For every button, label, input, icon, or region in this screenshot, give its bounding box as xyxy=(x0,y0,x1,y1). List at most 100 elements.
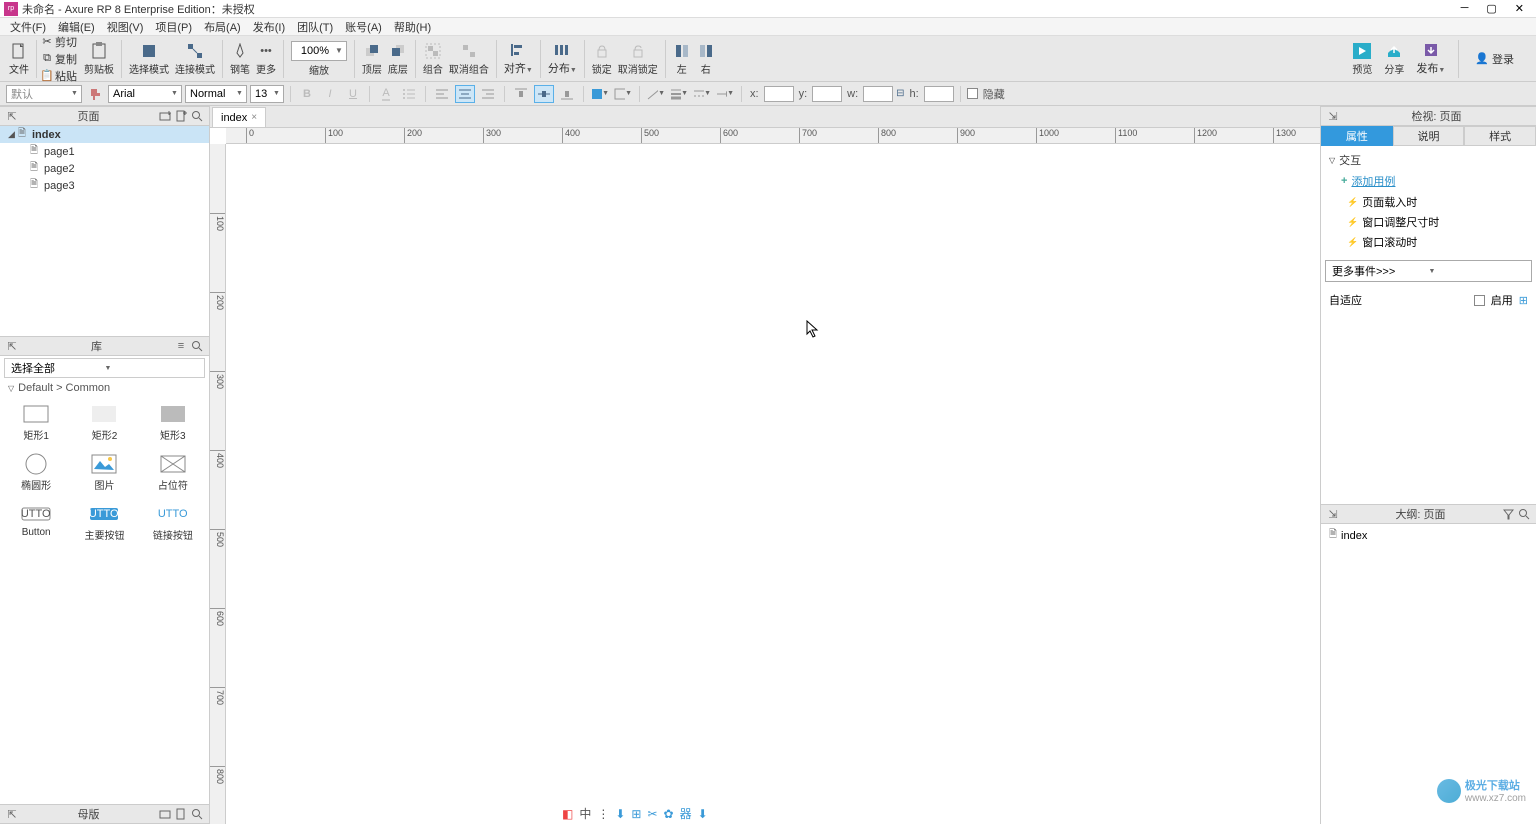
unlock-button[interactable]: 取消锁定 xyxy=(615,41,661,77)
enable-checkbox[interactable] xyxy=(1474,295,1485,306)
event-window-scroll[interactable]: ⚡窗口滚动时 xyxy=(1329,232,1528,252)
outline-item-index[interactable]: 🗎 index xyxy=(1321,524,1536,547)
widget-placeholder[interactable]: 占位符 xyxy=(141,450,205,496)
widget-link-button[interactable]: BUTTON链接按钮 xyxy=(141,500,205,546)
w-input[interactable] xyxy=(863,86,893,102)
widget-primary-button[interactable]: BUTTON主要按钮 xyxy=(72,500,136,546)
top-button[interactable]: 顶层 xyxy=(359,41,385,77)
tray-icon[interactable]: ⬇ xyxy=(615,807,625,821)
menu-team[interactable]: 团队(T) xyxy=(291,19,339,35)
interactions-section[interactable]: ▽交互 xyxy=(1329,150,1528,170)
tray-icon[interactable]: 器 xyxy=(680,805,692,822)
add-master-icon[interactable] xyxy=(173,806,189,822)
menu-layout[interactable]: 布局(A) xyxy=(198,19,247,35)
line-width-button[interactable]: ▼ xyxy=(669,85,689,103)
filter-icon[interactable] xyxy=(1500,506,1516,522)
tab-style[interactable]: 样式 xyxy=(1464,126,1536,146)
library-selector[interactable]: 选择全部▼ xyxy=(4,358,205,378)
add-page-icon[interactable] xyxy=(173,108,189,124)
widget-rect1[interactable]: 矩形1 xyxy=(4,400,68,446)
underline-button[interactable]: U xyxy=(343,85,363,103)
valign-middle-button[interactable] xyxy=(534,85,554,103)
outline-collapse-icon[interactable]: ⇲ xyxy=(1325,506,1341,522)
add-master-folder-icon[interactable] xyxy=(157,806,173,822)
style-paint-button[interactable] xyxy=(85,85,105,103)
page-item-index[interactable]: ◢ 🗎 index xyxy=(0,126,209,143)
preview-button[interactable]: 预览 xyxy=(1349,41,1375,77)
ungroup-button[interactable]: 取消组合 xyxy=(446,41,492,77)
pen-button[interactable]: 钢笔 xyxy=(227,41,253,77)
italic-button[interactable]: I xyxy=(320,85,340,103)
search-pages-icon[interactable] xyxy=(189,108,205,124)
hidden-checkbox[interactable] xyxy=(967,88,978,99)
lock-ratio-icon[interactable]: ⊟ xyxy=(896,88,904,99)
tray-icon[interactable]: ⊞ xyxy=(631,807,641,821)
select-mode-button[interactable]: 选择模式 xyxy=(126,41,172,77)
line-style-button[interactable]: ▼ xyxy=(692,85,712,103)
tab-index[interactable]: index × xyxy=(212,107,266,127)
menu-publish[interactable]: 发布(I) xyxy=(247,19,291,35)
search-outline-icon[interactable] xyxy=(1516,506,1532,522)
event-page-load[interactable]: ⚡页面载入时 xyxy=(1329,192,1528,212)
file-button[interactable]: 文件 xyxy=(6,41,32,77)
tray-icon[interactable]: ✂ xyxy=(647,807,657,821)
style-combo[interactable]: ▼ xyxy=(6,85,82,103)
widget-ellipse[interactable]: 椭圆形 xyxy=(4,450,68,496)
widget-button[interactable]: BUTTONButton xyxy=(4,500,68,546)
paste-button[interactable]: 📋粘贴 xyxy=(41,68,77,84)
page-item-page3[interactable]: 🗎 page3 xyxy=(0,177,209,194)
menu-edit[interactable]: 编辑(E) xyxy=(52,19,101,35)
page-item-page1[interactable]: 🗎 page1 xyxy=(0,143,209,160)
group-button[interactable]: 组合 xyxy=(420,41,446,77)
weight-combo[interactable]: ▼ xyxy=(185,85,247,103)
line-button[interactable]: ▼ xyxy=(646,85,666,103)
search-masters-icon[interactable] xyxy=(189,806,205,822)
widget-image[interactable]: 图片 xyxy=(72,450,136,496)
library-collapse-icon[interactable]: ⇱ xyxy=(4,338,20,354)
connect-mode-button[interactable]: 连接模式 xyxy=(172,41,218,77)
clipboard-button[interactable]: 剪贴板 xyxy=(81,41,117,77)
x-input[interactable] xyxy=(764,86,794,102)
valign-top-button[interactable] xyxy=(511,85,531,103)
copy-button[interactable]: ⧉复制 xyxy=(41,51,77,67)
more-events-dropdown[interactable]: 更多事件>>>▼ xyxy=(1325,260,1532,282)
fill-button[interactable]: ▼ xyxy=(590,85,610,103)
menu-view[interactable]: 视图(V) xyxy=(101,19,150,35)
menu-account[interactable]: 账号(A) xyxy=(339,19,388,35)
menu-project[interactable]: 项目(P) xyxy=(149,19,198,35)
bottom-button[interactable]: 底层 xyxy=(385,41,411,77)
menu-file[interactable]: 文件(F) xyxy=(4,19,52,35)
login-button[interactable]: 👤 登录 xyxy=(1469,51,1520,67)
search-library-icon[interactable] xyxy=(189,338,205,354)
bullets-button[interactable] xyxy=(399,85,419,103)
canvas[interactable] xyxy=(226,144,1320,824)
share-button[interactable]: 分享 xyxy=(1381,41,1407,77)
maximize-button[interactable]: ▢ xyxy=(1486,2,1496,15)
distribute-button[interactable]: 分布▼ xyxy=(545,40,580,77)
tray-icon[interactable]: ✿ xyxy=(664,807,674,821)
y-input[interactable] xyxy=(812,86,842,102)
expand-icon[interactable]: ◢ xyxy=(8,129,18,140)
add-folder-icon[interactable] xyxy=(157,108,173,124)
close-button[interactable]: ✕ xyxy=(1515,2,1524,15)
tab-properties[interactable]: 属性 xyxy=(1321,126,1393,146)
widget-rect3[interactable]: 矩形3 xyxy=(141,400,205,446)
minimize-button[interactable]: ─ xyxy=(1461,2,1469,15)
bold-button[interactable]: B xyxy=(297,85,317,103)
page-item-page2[interactable]: 🗎 page2 xyxy=(0,160,209,177)
more-button[interactable]: ••• 更多 xyxy=(253,41,279,77)
menu-help[interactable]: 帮助(H) xyxy=(388,19,437,35)
tray-icon[interactable]: ⬇ xyxy=(698,807,708,821)
tray-icon[interactable]: ⋮ xyxy=(597,807,609,821)
align-button[interactable]: 对齐▼ xyxy=(501,40,536,77)
h-input[interactable] xyxy=(924,86,954,102)
adaptive-settings-icon[interactable]: ⊞ xyxy=(1519,294,1528,307)
tray-icon[interactable]: 中 xyxy=(579,805,591,822)
publish-button[interactable]: 发布▼ xyxy=(1413,40,1448,77)
inspector-collapse-icon[interactable]: ⇲ xyxy=(1325,108,1341,124)
library-category[interactable]: ▽Default > Common xyxy=(0,380,209,396)
lock-button[interactable]: 锁定 xyxy=(589,41,615,77)
zoom-input[interactable] xyxy=(295,45,335,57)
valign-bottom-button[interactable] xyxy=(557,85,577,103)
align-center-text-button[interactable] xyxy=(455,85,475,103)
